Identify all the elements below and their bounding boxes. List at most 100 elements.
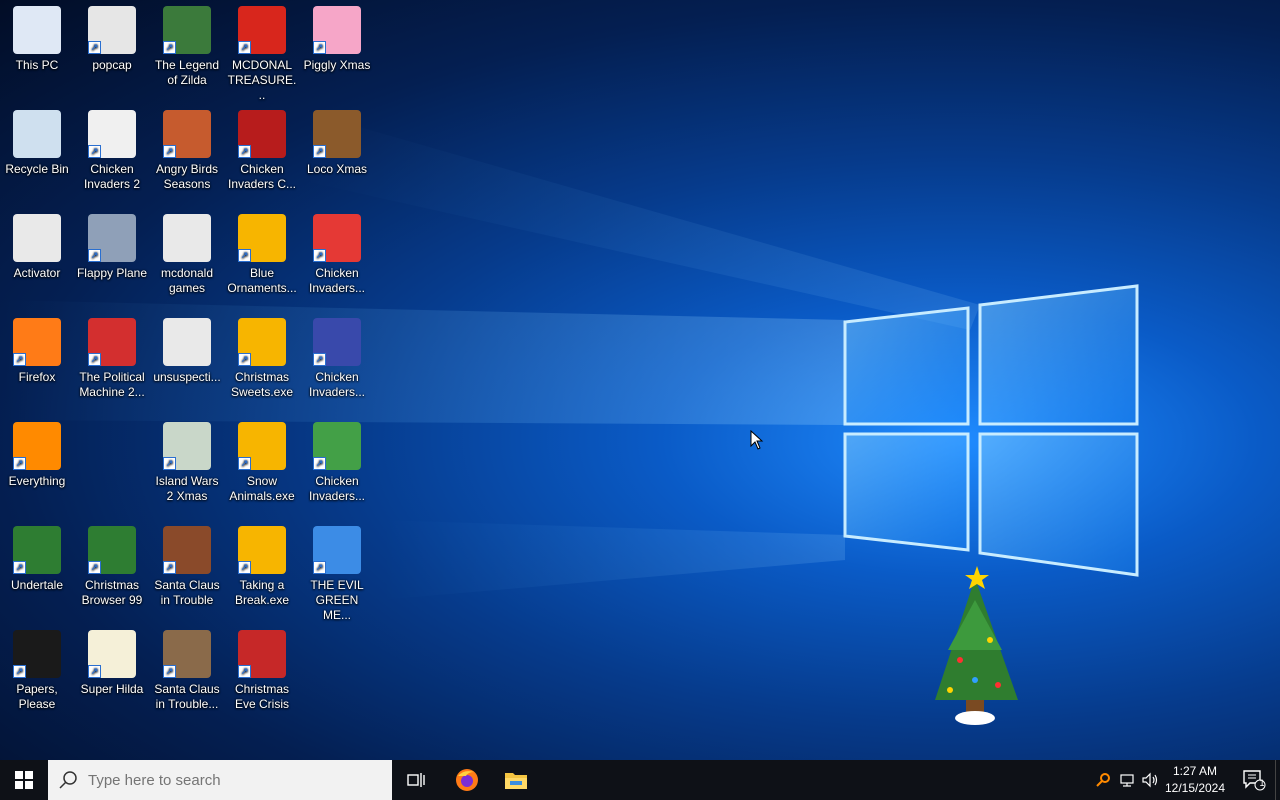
- recycle-bin-icon: [13, 110, 61, 158]
- desktop-icon[interactable]: ↗ THE EVIL GREEN ME...: [300, 520, 374, 622]
- desktop-icon-label: MCDONAL TREASURE...: [227, 58, 297, 102]
- start-button[interactable]: [0, 760, 48, 800]
- desktop-icon[interactable]: Recycle Bin: [0, 104, 74, 200]
- network-icon: [1120, 774, 1134, 787]
- desktop-icon[interactable]: ↗ Taking a Break.exe: [225, 520, 299, 616]
- network-tray-icon[interactable]: [1117, 770, 1137, 790]
- desktop-icon-label: Papers, Please: [16, 682, 58, 711]
- desktop-icon-label: The Political Machine 2...: [79, 370, 145, 399]
- desktop-icon-label: Undertale: [10, 578, 64, 592]
- shortcut-arrow-icon: ↗: [88, 561, 101, 574]
- bear-icon: ↗: [313, 110, 361, 158]
- desktop-icon-label: Christmas Browser 99: [81, 578, 143, 607]
- desktop-icon[interactable]: ↗ Chicken Invaders...: [300, 416, 374, 512]
- chicken-icon: ↗: [313, 214, 361, 262]
- firefox-icon: [456, 769, 478, 791]
- task-view-icon: [407, 773, 425, 787]
- desktop-icon[interactable]: ↗ Santa Claus in Trouble...: [150, 624, 224, 720]
- desktop-icon-label: Piggly Xmas: [303, 58, 371, 72]
- angry-birds-icon: ↗: [163, 110, 211, 158]
- desktop-icon[interactable]: ↗ Chicken Invaders...: [300, 312, 374, 408]
- shortcut-arrow-icon: ↗: [238, 41, 251, 54]
- desktop-icon[interactable]: ↗ The Legend of Zilda: [150, 0, 224, 96]
- taskbar-clock[interactable]: 1:27 AM 12/15/2024: [1160, 763, 1230, 797]
- political-machine-icon: ↗: [88, 318, 136, 366]
- file-explorer-icon: [505, 773, 527, 789]
- shortcut-arrow-icon: ↗: [163, 41, 176, 54]
- desktop-icon[interactable]: ↗ Chicken Invaders 2: [75, 104, 149, 200]
- santa-icon: ↗: [163, 526, 211, 574]
- desktop-icon[interactable]: ↗ Firefox: [0, 312, 74, 408]
- shortcut-arrow-icon: ↗: [238, 457, 251, 470]
- exe-icon: ↗: [238, 214, 286, 262]
- volume-tray-icon[interactable]: [1141, 770, 1161, 790]
- desktop-icon[interactable]: Activator: [0, 208, 74, 304]
- desktop-icon[interactable]: ↗ Papers, Please: [0, 624, 74, 720]
- snowman-icon: ↗: [238, 110, 286, 158]
- desktop-icon[interactable]: ↗ Super Hilda: [75, 624, 149, 720]
- desktop-icon[interactable]: ↗ Angry Birds Seasons: [150, 104, 224, 200]
- desktop-icon-label: Everything: [8, 474, 66, 488]
- clock-date: 12/15/2024: [1164, 781, 1226, 795]
- shortcut-arrow-icon: ↗: [313, 457, 326, 470]
- desktop-icon-label: THE EVIL GREEN ME...: [310, 578, 364, 622]
- shortcut-arrow-icon: ↗: [88, 665, 101, 678]
- desktop-icon[interactable]: ↗ Everything: [0, 416, 74, 512]
- desktop-icon[interactable]: unsuspecti...: [150, 312, 224, 408]
- shortcut-arrow-icon: ↗: [313, 561, 326, 574]
- folder-icon: [163, 318, 211, 366]
- taskbar-firefox-button[interactable]: [443, 760, 491, 800]
- mcdonalds-icon: ↗: [238, 6, 286, 54]
- desktop-icon-label: Santa Claus in Trouble...: [154, 682, 220, 711]
- exe-icon: ↗: [238, 422, 286, 470]
- shortcut-arrow-icon: ↗: [13, 561, 26, 574]
- search-input[interactable]: [88, 761, 368, 799]
- task-view-button[interactable]: [392, 760, 440, 800]
- taskbar: 1:27 AM 12/15/2024 1: [0, 760, 1280, 800]
- exe-icon: ↗: [238, 318, 286, 366]
- taskbar-search-box[interactable]: [48, 760, 392, 800]
- firefox-icon: ↗: [13, 318, 61, 366]
- desktop-icon[interactable]: ↗ Piggly Xmas: [300, 0, 374, 96]
- shortcut-arrow-icon: ↗: [313, 353, 326, 366]
- desktop-icon[interactable]: ↗ Chicken Invaders C...: [225, 104, 299, 200]
- action-center-button[interactable]: 1: [1234, 760, 1274, 800]
- christmas-tree-icon: ↗: [88, 526, 136, 574]
- desktop-icon-label: Recycle Bin: [5, 162, 69, 176]
- shortcut-arrow-icon: ↗: [238, 249, 251, 262]
- taskbar-file-explorer-button[interactable]: [492, 760, 540, 800]
- shortcut-arrow-icon: ↗: [238, 561, 251, 574]
- desktop-icon-label: Snow Animals.exe: [229, 474, 295, 503]
- desktop-icon[interactable]: ↗ Snow Animals.exe: [225, 416, 299, 512]
- folder-icon: [163, 214, 211, 262]
- desktop-icon[interactable]: ↗ Santa Claus in Trouble: [150, 520, 224, 616]
- everything-tray-icon[interactable]: [1093, 770, 1113, 790]
- desktop-icon-label: Super Hilda: [80, 682, 144, 696]
- desktop-icon[interactable]: This PC: [0, 0, 74, 96]
- desktop-icon[interactable]: ↗ Flappy Plane: [75, 208, 149, 304]
- shortcut-arrow-icon: ↗: [88, 145, 101, 158]
- desktop-icon[interactable]: ↗ Christmas Eve Crisis: [225, 624, 299, 720]
- notification-count-badge: 1: [1259, 778, 1265, 788]
- desktop-icon-label: Island Wars 2 Xmas: [155, 474, 219, 503]
- desktop-icon[interactable]: ↗ Christmas Sweets.exe: [225, 312, 299, 408]
- desktop-icon-label: Chicken Invaders 2: [83, 162, 141, 191]
- desktop-icon[interactable]: ↗ popcap: [75, 0, 149, 96]
- everything-search-icon: [1096, 773, 1110, 787]
- desktop-icon[interactable]: ↗ Loco Xmas: [300, 104, 374, 200]
- papers-please-icon: ↗: [13, 630, 61, 678]
- desktop-icon[interactable]: mcdonald games: [150, 208, 224, 304]
- desktop-icon[interactable]: ↗ Chicken Invaders...: [300, 208, 374, 304]
- desktop-icon[interactable]: ↗ Island Wars 2 Xmas: [150, 416, 224, 512]
- desktop-icon-label: Chicken Invaders...: [308, 370, 366, 399]
- volume-icon: [1142, 772, 1158, 788]
- desktop-icon-label: This PC: [15, 58, 59, 72]
- desktop-icon[interactable]: ↗ Undertale: [0, 520, 74, 616]
- desktop-icon[interactable]: ↗ The Political Machine 2...: [75, 312, 149, 408]
- desktop-icon[interactable]: ↗ Christmas Browser 99: [75, 520, 149, 616]
- super-hilda-icon: ↗: [88, 630, 136, 678]
- desktop-icon[interactable]: ↗ Blue Ornaments...: [225, 208, 299, 304]
- shortcut-arrow-icon: ↗: [163, 561, 176, 574]
- show-desktop-button[interactable]: [1275, 760, 1280, 800]
- desktop-icon[interactable]: ↗ MCDONAL TREASURE...: [225, 0, 299, 102]
